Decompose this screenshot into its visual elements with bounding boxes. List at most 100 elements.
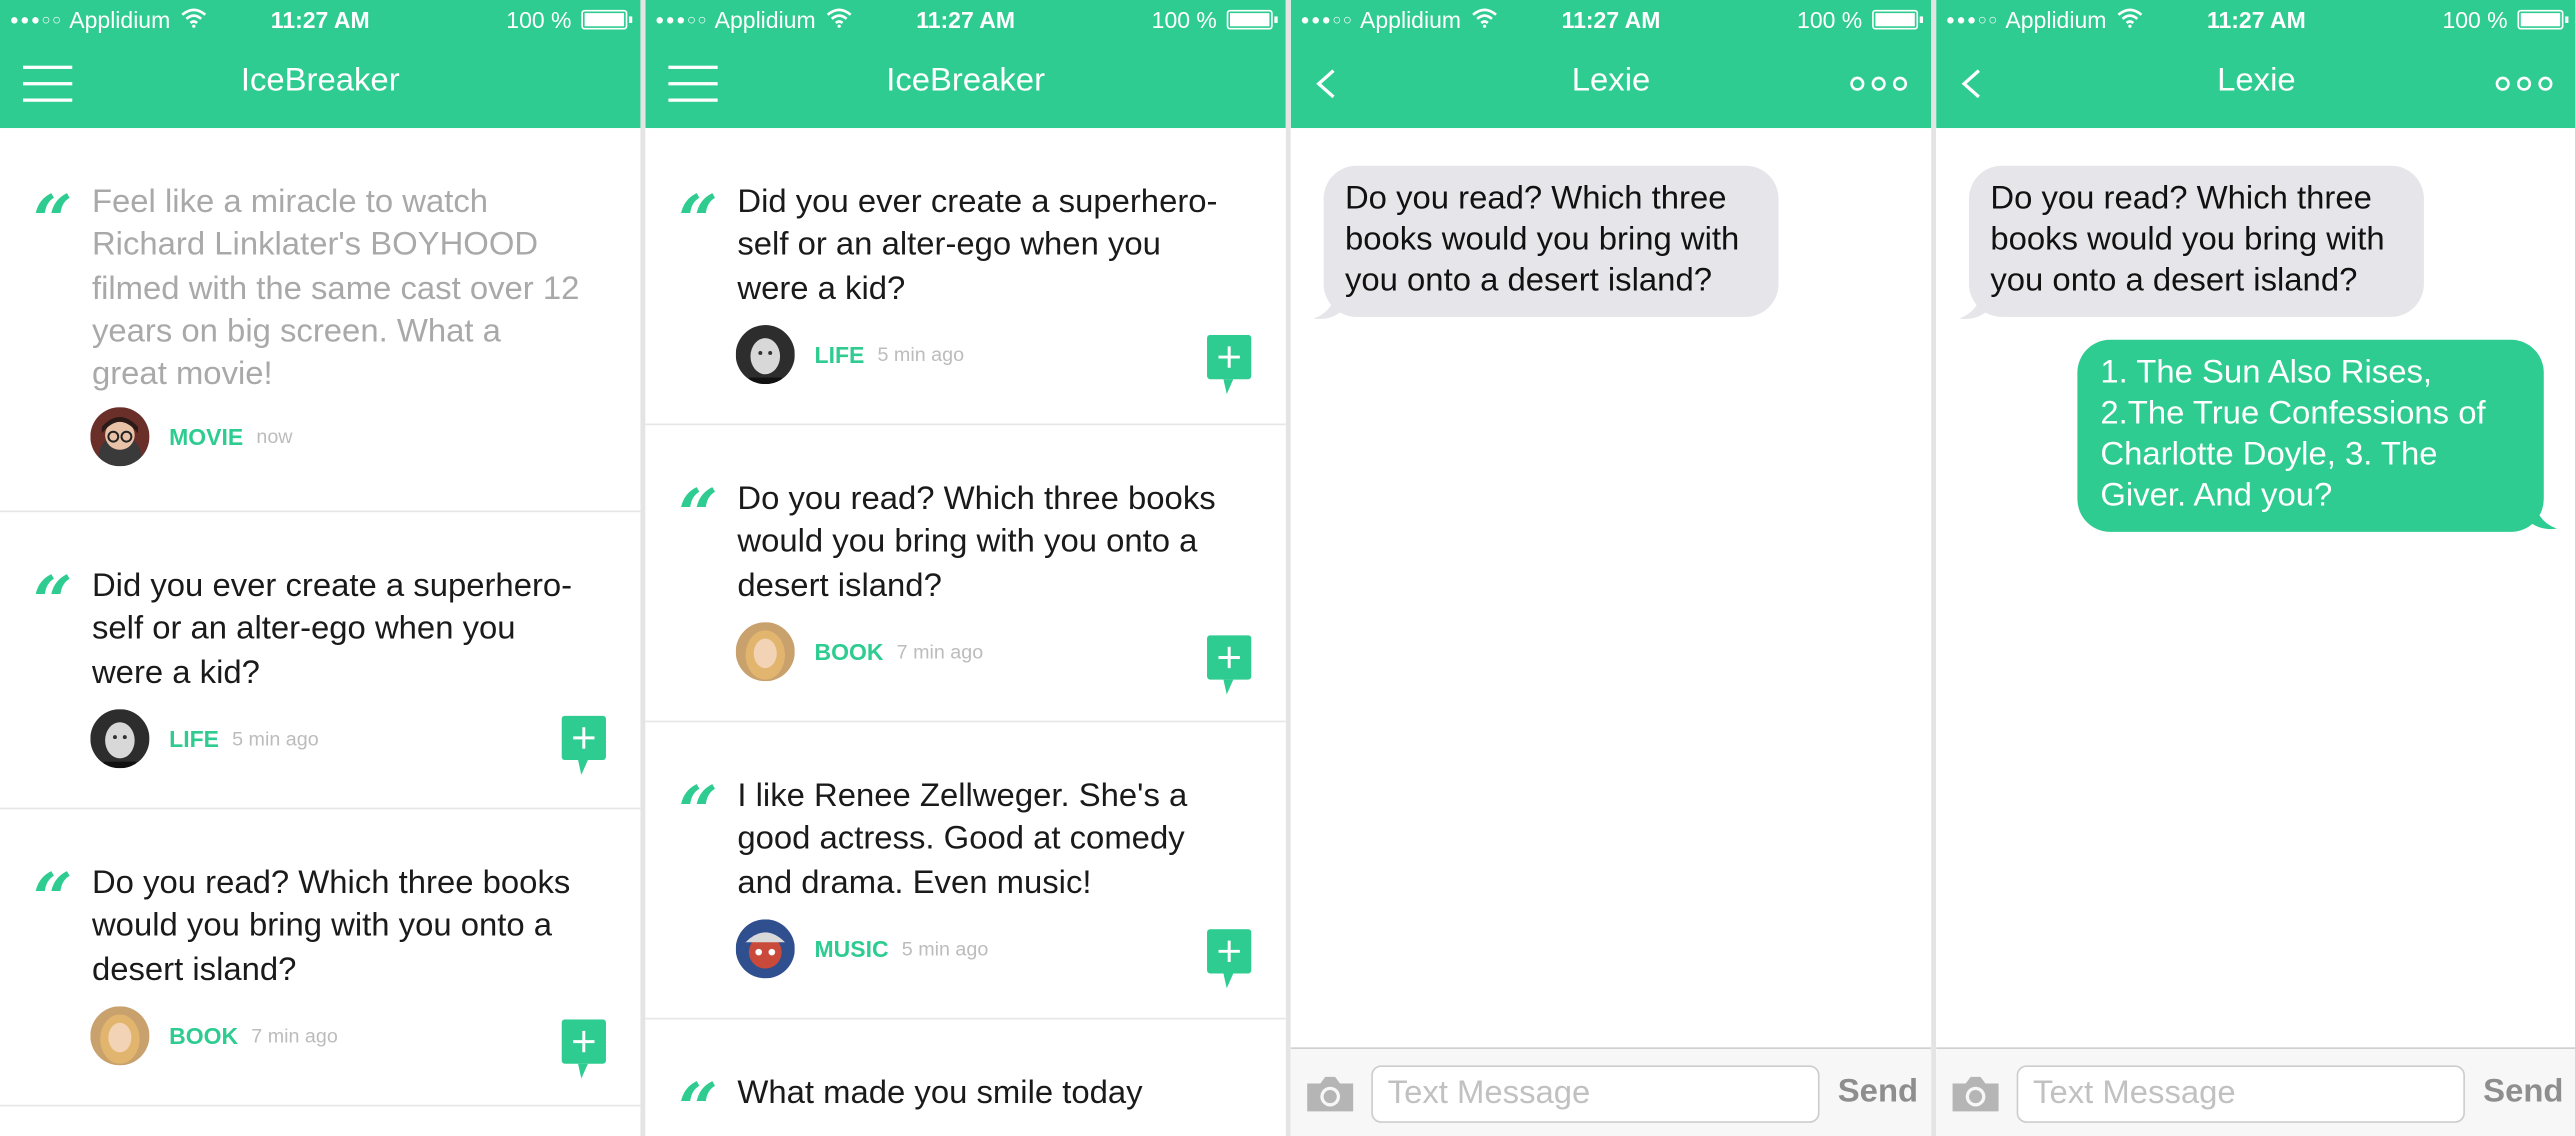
- status-bar: ●●●○○ Applidium 11:27 AM 100 %: [0, 0, 640, 43]
- camera-icon[interactable]: [1949, 1072, 2002, 1115]
- question-card[interactable]: “ What made you smile today: [645, 1019, 1285, 1136]
- incoming-bubble-tail: [1313, 288, 1350, 319]
- message-thread: Do you read? Which three books would you…: [1936, 128, 2575, 1047]
- outgoing-bubble-tail: [2520, 499, 2557, 530]
- question-text: What made you smile today: [737, 1075, 1143, 1112]
- question-meta: LIFE 5 min ago: [735, 325, 965, 385]
- question-text: Do you read? Which three books would you…: [91, 865, 571, 988]
- quote-icon: “: [678, 771, 718, 852]
- chat-screen-2: ●●●○○ Applidium 11:27 AM 100 % Lexie Do …: [1936, 0, 2575, 1136]
- category-label[interactable]: LIFE: [815, 341, 865, 367]
- timestamp: 5 min ago: [877, 343, 965, 367]
- quote-icon: “: [32, 858, 73, 939]
- question-card[interactable]: “ Do you read? Which three books would y…: [645, 425, 1286, 723]
- quote-icon: “: [32, 561, 73, 642]
- question-text: Did you ever create a superhero-self or …: [737, 183, 1218, 307]
- avatar[interactable]: [735, 325, 795, 385]
- incoming-bubble-tail: [1959, 288, 1996, 319]
- chat-title: Lexie: [2217, 62, 2296, 99]
- camera-icon[interactable]: [1304, 1072, 1357, 1115]
- avatar[interactable]: [735, 919, 795, 979]
- message-input[interactable]: [1371, 1065, 1820, 1123]
- add-comment-button[interactable]: [561, 715, 606, 775]
- category-label[interactable]: BOOK: [815, 639, 884, 665]
- send-button[interactable]: Send: [1838, 1074, 1918, 1112]
- quote-icon: “: [678, 180, 718, 262]
- status-bar: ●●●○○ Applidium 11:27 AM 100 %: [645, 0, 1285, 43]
- timestamp: 7 min ago: [251, 1024, 338, 1048]
- battery-percent: 100 %: [1797, 6, 1863, 33]
- battery-icon: [1872, 9, 1924, 30]
- add-comment-icon: [561, 1019, 606, 1079]
- question-text: Did you ever create a superhero-self or …: [91, 567, 573, 691]
- nav-header: ●●●○○ Applidium 11:27 AM 100 % IceBreake…: [0, 0, 641, 129]
- add-comment-button[interactable]: [1207, 635, 1252, 695]
- avatar[interactable]: [90, 1006, 150, 1066]
- battery-level: [584, 13, 625, 27]
- quote-icon: “: [678, 474, 718, 555]
- message-input[interactable]: [2016, 1065, 2465, 1123]
- question-meta: BOOK 7 min ago: [735, 622, 984, 682]
- feed-screen-2: ●●●○○ Applidium 11:27 AM 100 % IceBreake…: [645, 0, 1286, 1136]
- question-card[interactable]: “ Do you read? Which three books would y…: [0, 809, 641, 1107]
- battery-level: [1230, 13, 1270, 27]
- category-label[interactable]: LIFE: [169, 726, 219, 752]
- category-label[interactable]: MOVIE: [169, 424, 243, 450]
- send-button[interactable]: Send: [2483, 1074, 2563, 1112]
- question-text: I like Renee Zellweger. She's a good act…: [737, 778, 1188, 901]
- quote-icon: “: [678, 1068, 718, 1136]
- battery-percent: 100 %: [2442, 6, 2508, 33]
- add-comment-icon: [1207, 635, 1252, 695]
- timestamp: 5 min ago: [232, 727, 319, 751]
- timestamp: now: [256, 425, 293, 449]
- avatar[interactable]: [90, 709, 150, 769]
- question-card[interactable]: “ Did you ever create a superhero-self o…: [0, 512, 641, 810]
- battery-icon: [2517, 9, 2569, 30]
- question-card[interactable]: “ Feel like a miracle to watch Richard L…: [0, 128, 641, 513]
- add-comment-icon: [1207, 334, 1252, 394]
- question-card[interactable]: “ I like Renee Zellweger. She's a good a…: [645, 722, 1286, 1020]
- message-thread: Do you read? Which three books would you…: [1291, 128, 1931, 1047]
- question-meta: MUSIC 5 min ago: [735, 919, 988, 979]
- question-card[interactable]: “ Did you ever create a superhero-self o…: [645, 128, 1286, 426]
- add-comment-icon: [561, 715, 606, 775]
- message-composer: Send: [1290, 1047, 1932, 1136]
- category-label[interactable]: BOOK: [169, 1023, 238, 1049]
- timestamp: 7 min ago: [896, 640, 984, 664]
- more-dots-icon[interactable]: [2495, 72, 2554, 95]
- avatar[interactable]: [90, 407, 150, 467]
- add-comment-button[interactable]: [1207, 929, 1252, 989]
- battery-percent: 100 %: [1151, 6, 1217, 33]
- four-screen-mockup: ●●●○○ Applidium 11:27 AM 100 % IceBreake…: [0, 0, 2575, 1136]
- avatar[interactable]: [735, 622, 795, 682]
- status-bar: ●●●○○ Applidium 11:27 AM 100 %: [1291, 0, 1931, 43]
- nav-header: ●●●○○ Applidium 11:27 AM 100 % Lexie: [1290, 0, 1932, 129]
- message-composer: Send: [1936, 1047, 2575, 1136]
- add-comment-button[interactable]: [1207, 334, 1252, 394]
- incoming-message[interactable]: Do you read? Which three books would you…: [1968, 165, 2424, 317]
- question-meta: BOOK 7 min ago: [90, 1006, 338, 1066]
- more-dots-icon[interactable]: [1849, 72, 1908, 95]
- outgoing-message[interactable]: 1. The Sun Also Rises, 2.The True Confes…: [2077, 339, 2544, 532]
- question-meta: LIFE 5 min ago: [90, 709, 319, 769]
- add-comment-button[interactable]: [561, 1019, 606, 1079]
- page-title: IceBreaker: [886, 62, 1046, 99]
- battery-percent: 100 %: [506, 6, 572, 33]
- battery-icon: [581, 9, 633, 30]
- battery-icon: [1226, 9, 1278, 30]
- question-text: Do you read? Which three books would you…: [737, 480, 1216, 604]
- nav-header: ●●●○○ Applidium 11:27 AM 100 % IceBreake…: [645, 0, 1286, 129]
- category-label[interactable]: MUSIC: [815, 936, 889, 962]
- add-comment-icon: [1207, 929, 1252, 989]
- question-meta: MOVIE now: [90, 407, 293, 467]
- question-text: Feel like a miracle to watch Richard Lin…: [91, 183, 580, 393]
- feed-screen-1: ●●●○○ Applidium 11:27 AM 100 % IceBreake…: [0, 0, 641, 1136]
- incoming-message[interactable]: Do you read? Which three books would you…: [1323, 165, 1779, 317]
- question-feed: “ Did you ever create a superhero-self o…: [645, 128, 1286, 1136]
- nav-header: ●●●○○ Applidium 11:27 AM 100 % Lexie: [1936, 0, 2575, 129]
- status-bar: ●●●○○ Applidium 11:27 AM 100 %: [1936, 0, 2575, 43]
- battery-level: [1875, 13, 1915, 27]
- chat-screen-1: ●●●○○ Applidium 11:27 AM 100 % Lexie Do …: [1290, 0, 1932, 1136]
- question-feed: “ Feel like a miracle to watch Richard L…: [0, 128, 641, 1107]
- chat-title: Lexie: [1571, 62, 1651, 99]
